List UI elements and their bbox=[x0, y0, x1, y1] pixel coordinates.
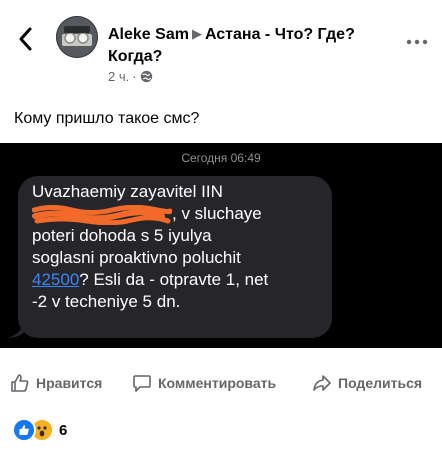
more-options-button[interactable] bbox=[406, 34, 428, 45]
share-button[interactable]: Поделиться bbox=[312, 373, 422, 393]
post-time[interactable]: 2 ч. bbox=[108, 69, 129, 84]
post-text: Кому пришло такое смс? bbox=[14, 110, 200, 127]
reaction-count: 6 bbox=[59, 421, 68, 439]
back-button[interactable] bbox=[14, 24, 38, 54]
sms-line-3: poteri dohoda s 5 iyulya bbox=[32, 226, 212, 245]
meta-separator: · bbox=[132, 69, 137, 84]
sms-line-4: soglasni proaktivno poluchit bbox=[32, 248, 241, 267]
phone-number-link[interactable]: 42500 bbox=[32, 270, 79, 289]
reactions-summary[interactable]: 6 bbox=[12, 418, 67, 442]
sms-screenshot[interactable]: Сегодня 06:49 Uvazhaemiy zayavitel IIN ,… bbox=[0, 143, 442, 348]
bubble-tail bbox=[8, 321, 26, 338]
arrow-right-icon: ▶ bbox=[191, 26, 202, 41]
like-reaction-icon bbox=[12, 418, 36, 442]
sms-date: Сегодня 06:49 bbox=[181, 151, 261, 165]
comment-icon bbox=[133, 375, 151, 392]
avatar-image bbox=[56, 16, 98, 58]
sms-text: Uvazhaemiy zayavitel IIN , v sluchaye po… bbox=[32, 181, 328, 313]
sms-line-5: ? Esli da - otpravte 1, net bbox=[79, 270, 269, 289]
more-dots-icon bbox=[406, 39, 428, 45]
post-actions: Нравится Комментировать Поделиться bbox=[0, 368, 442, 400]
like-label: Нравится bbox=[36, 375, 103, 391]
post-meta: 2 ч. · bbox=[108, 69, 153, 84]
chevron-left-icon bbox=[19, 27, 32, 51]
avatar[interactable] bbox=[56, 16, 98, 58]
sms-line-6: -2 v techeniye 5 dn. bbox=[32, 292, 181, 311]
sms-bubble: Uvazhaemiy zayavitel IIN , v sluchaye po… bbox=[18, 176, 332, 338]
sms-line-2: , v sluchaye bbox=[172, 204, 262, 223]
redaction-scribble bbox=[32, 204, 172, 225]
thumbs-up-icon bbox=[11, 374, 29, 392]
comment-button[interactable]: Комментировать bbox=[132, 373, 276, 393]
share-label: Поделиться bbox=[338, 375, 423, 391]
globe-icon bbox=[140, 70, 152, 83]
comment-label: Комментировать bbox=[158, 375, 277, 391]
sms-line-1: Uvazhaemiy zayavitel IIN bbox=[32, 182, 223, 201]
share-icon bbox=[313, 375, 331, 391]
like-button[interactable]: Нравится bbox=[10, 373, 102, 393]
author-name[interactable]: Aleke Sam bbox=[108, 26, 189, 43]
post-title: Aleke Sam ▶ Астана - Что? Где? Когда? bbox=[108, 23, 403, 68]
